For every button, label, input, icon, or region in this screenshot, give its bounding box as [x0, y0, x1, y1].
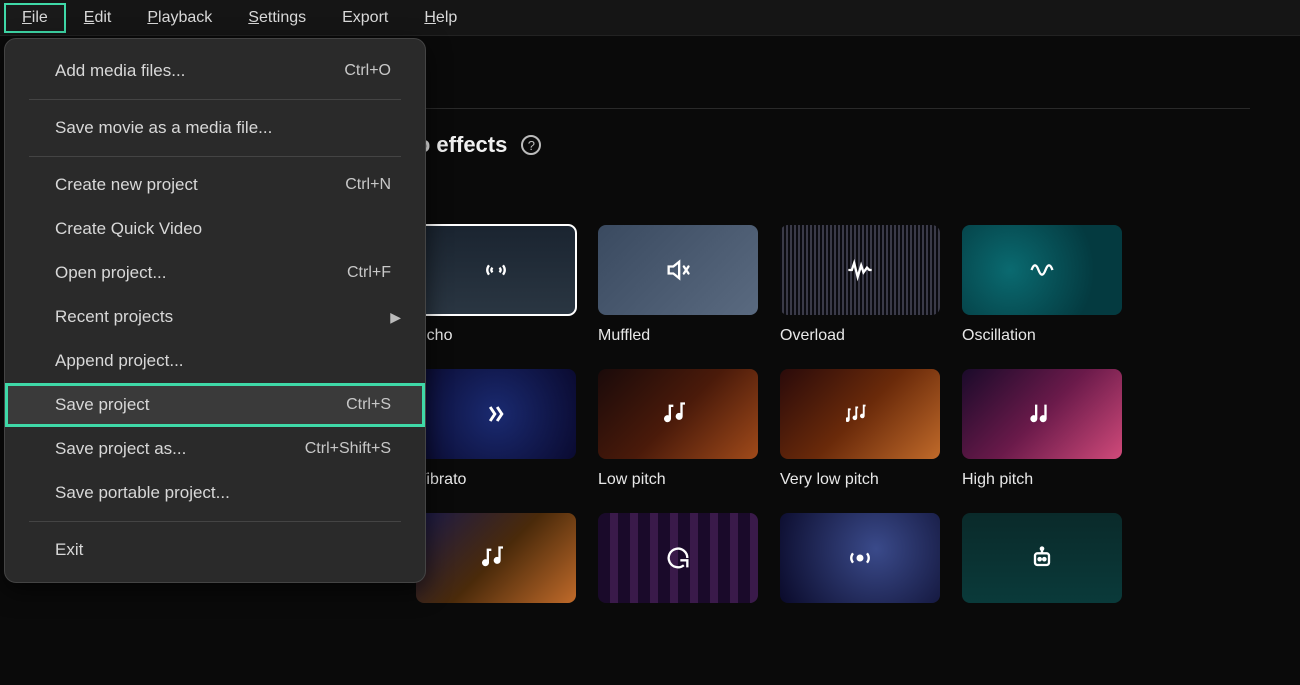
file-dropdown: Add media files... Ctrl+O Save movie as … [4, 38, 426, 583]
effect-label: Very low pitch [780, 471, 940, 489]
menu-item-open-project[interactable]: Open project... Ctrl+F [5, 251, 425, 295]
menu-item-shortcut: Ctrl+N [345, 176, 391, 194]
menu-item-label: Create new project [55, 175, 198, 195]
menu-separator [29, 156, 401, 157]
effect-thumb [780, 225, 940, 315]
effect-card-highpitch[interactable]: High pitch [962, 369, 1122, 489]
lowpitch-icon [664, 400, 692, 428]
effect-card-10[interactable] [598, 513, 758, 603]
effect-thumb [780, 369, 940, 459]
robot-icon [1028, 544, 1056, 572]
menu-separator [29, 521, 401, 522]
help-icon[interactable]: ? [521, 135, 541, 155]
menu-item-create-project[interactable]: Create new project Ctrl+N [5, 163, 425, 207]
effect-label: Low pitch [598, 471, 758, 489]
menu-item-save-project[interactable]: Save project Ctrl+S [5, 383, 425, 427]
refresh-icon [664, 544, 692, 572]
effect-card-muffled[interactable]: Muffled [598, 225, 758, 345]
effect-label: Echo [416, 327, 576, 345]
menu-item-label: Open project... [55, 263, 167, 283]
menu-item-label: Save project as... [55, 439, 186, 459]
effect-thumb [416, 369, 576, 459]
effect-thumb [962, 369, 1122, 459]
menu-item-shortcut: Ctrl+F [347, 264, 391, 282]
chevron-right-icon: ▶ [390, 309, 401, 326]
effect-card-vlowpitch[interactable]: Very low pitch [780, 369, 940, 489]
muffled-icon [664, 256, 692, 284]
menu-item-label: Save portable project... [55, 483, 230, 503]
notes-icon [482, 544, 510, 572]
menu-item-save-portable[interactable]: Save portable project... [5, 471, 425, 515]
effect-card-lowpitch[interactable]: Low pitch [598, 369, 758, 489]
menu-item-label: Save movie as a media file... [55, 118, 272, 138]
menu-export[interactable]: Export [324, 3, 406, 33]
menu-item-save-project-as[interactable]: Save project as... Ctrl+Shift+S [5, 427, 425, 471]
effect-label: Vibrato [416, 471, 576, 489]
effect-card-vibrato[interactable]: Vibrato [416, 369, 576, 489]
menu-edit[interactable]: Edit [66, 3, 130, 33]
effect-label: Muffled [598, 327, 758, 345]
effect-label: High pitch [962, 471, 1122, 489]
menu-item-shortcut: Ctrl+S [346, 396, 391, 414]
menu-item-shortcut: Ctrl+Shift+S [305, 440, 391, 458]
menu-settings[interactable]: Settings [230, 3, 324, 33]
effect-thumb [962, 225, 1122, 315]
menu-item-add-media[interactable]: Add media files... Ctrl+O [5, 49, 425, 93]
effect-card-echo[interactable]: Echo [416, 225, 576, 345]
effect-label: Overload [780, 327, 940, 345]
effect-thumb [416, 225, 576, 315]
effect-label: Oscillation [962, 327, 1122, 345]
menu-item-quick-video[interactable]: Create Quick Video [5, 207, 425, 251]
oscillation-icon [1028, 256, 1056, 284]
effect-thumb [598, 225, 758, 315]
menu-item-label: Create Quick Video [55, 219, 202, 239]
menu-separator [29, 99, 401, 100]
menubar: File Edit Playback Settings Export Help [0, 0, 1300, 36]
menu-item-shortcut: Ctrl+O [344, 62, 391, 80]
menu-playback[interactable]: Playback [129, 3, 230, 33]
menu-item-exit[interactable]: Exit [5, 528, 425, 572]
effect-card-12[interactable] [962, 513, 1122, 603]
effect-card-oscillation[interactable]: Oscillation [962, 225, 1122, 345]
effect-card-11[interactable] [780, 513, 940, 603]
highpitch-icon [1028, 400, 1056, 428]
effect-thumb [416, 513, 576, 603]
menu-item-label: Exit [55, 540, 83, 560]
menu-item-label: Recent projects [55, 307, 173, 327]
effect-card-overload[interactable]: Overload [780, 225, 940, 345]
menu-item-label: Add media files... [55, 61, 185, 81]
section-header: Audio effects ? [368, 132, 1300, 158]
effects-grid: Echo Muffled Overload Oscillation [416, 225, 1122, 603]
effect-thumb [962, 513, 1122, 603]
menu-item-append-project[interactable]: Append project... [5, 339, 425, 383]
menu-item-label: Save project [55, 395, 150, 415]
effect-thumb [780, 513, 940, 603]
menu-item-label: Append project... [55, 351, 184, 371]
broadcast-icon [846, 544, 874, 572]
menu-help[interactable]: Help [406, 3, 475, 33]
menu-item-save-movie[interactable]: Save movie as a media file... [5, 106, 425, 150]
vlowpitch-icon [846, 400, 874, 428]
menu-item-recent-projects[interactable]: Recent projects ▶ [5, 295, 425, 339]
effect-card-9[interactable] [416, 513, 576, 603]
effect-thumb [598, 513, 758, 603]
overload-icon [846, 256, 874, 284]
vibrato-icon [482, 400, 510, 428]
menu-file[interactable]: File [4, 3, 66, 33]
echo-icon [482, 256, 510, 284]
effect-thumb [598, 369, 758, 459]
